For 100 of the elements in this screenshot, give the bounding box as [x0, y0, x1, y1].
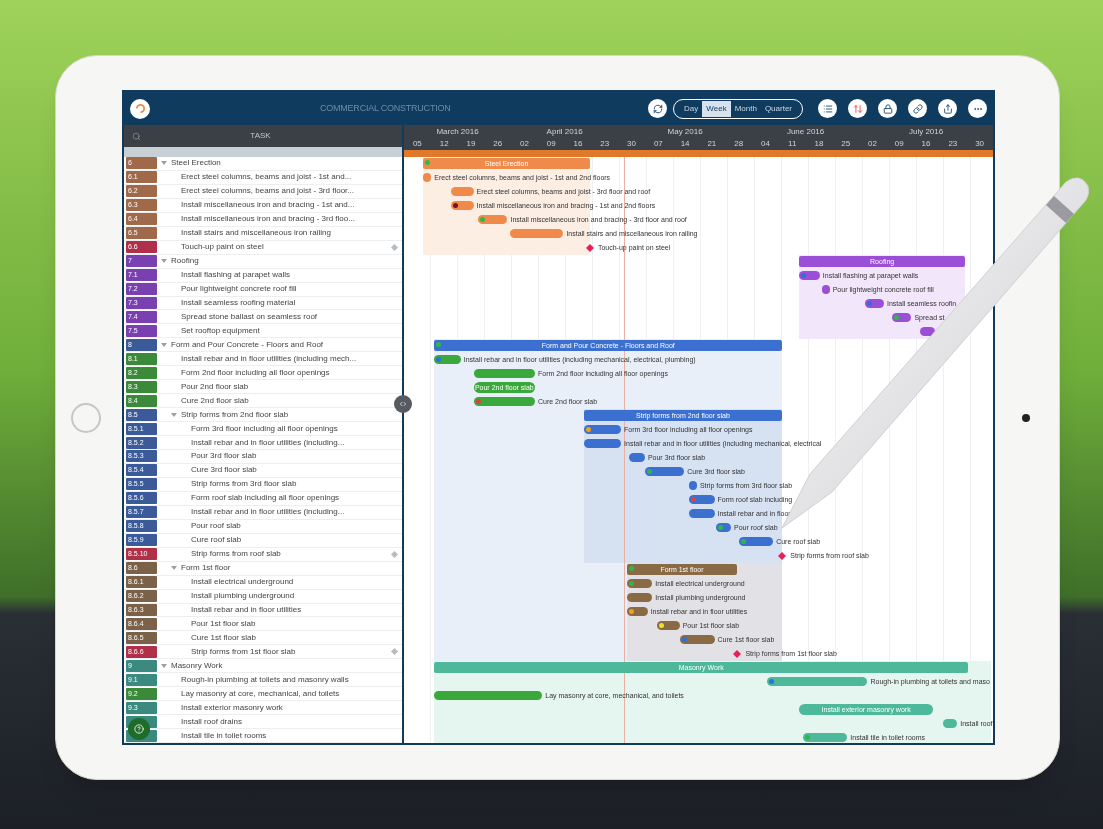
month-label: July 2016 — [907, 127, 945, 137]
task-name[interactable]: Form 3rd floor including all floor openings — [191, 423, 398, 434]
caret-icon[interactable] — [161, 258, 167, 265]
task-name[interactable]: Install rebar and in floor utilities (including... — [191, 507, 398, 518]
milestone-icon[interactable] — [778, 552, 787, 560]
day-label: 25 — [840, 138, 852, 149]
task-name[interactable]: Form 2nd floor including all floor openings — [181, 367, 398, 378]
task-name[interactable]: Install rebar and in floor utilities (including... — [191, 437, 398, 448]
milestone-icon — [391, 648, 398, 656]
task-name[interactable]: Pour 1st floor slab — [191, 618, 398, 629]
task-name[interactable]: Spread stone ballast on seamless roof — [181, 311, 398, 322]
link-icon — [912, 103, 923, 114]
task-name[interactable]: Steel Erection — [171, 158, 398, 169]
view-tab[interactable]: Quarter — [760, 100, 796, 117]
share-icon — [942, 103, 953, 114]
share-button[interactable] — [938, 99, 957, 118]
resize-icon — [399, 400, 407, 408]
task-name[interactable]: Rough-in plumbing at toilets and masonry walls — [181, 674, 398, 685]
task-name[interactable]: Install miscellaneous iron and bracing - 1st and... — [181, 200, 398, 211]
task-name[interactable]: Erect steel columns, beams and joist - 1st and... — [181, 172, 398, 183]
day-label: 11 — [787, 138, 798, 149]
month-label: April 2016 — [545, 127, 584, 137]
task-name[interactable]: Strip forms from 2nd floor slab — [181, 409, 398, 420]
task-bar[interactable] — [434, 355, 461, 364]
view-tab[interactable]: Day — [680, 100, 703, 117]
task-bar[interactable] — [626, 593, 653, 602]
task-name[interactable]: Install roof drains — [181, 716, 398, 727]
caret-icon[interactable] — [161, 160, 167, 167]
task-name[interactable]: Strip forms from 3rd floor slab — [191, 479, 398, 490]
task-name[interactable]: Install plumbing underground — [191, 591, 398, 601]
day-label: 04 — [759, 138, 771, 149]
day-label: 09 — [545, 138, 557, 149]
task-name[interactable]: Erect steel columns, beams and joist - 3rd floor... — [181, 186, 398, 197]
task-name[interactable]: Install stairs and miscellaneous iron railing — [181, 228, 398, 239]
task-name[interactable]: Install rebar and in floor utilities (including mech... — [181, 353, 398, 364]
day-label: 30 — [626, 138, 637, 149]
caret-icon[interactable] — [171, 565, 177, 572]
list-icon — [822, 103, 833, 114]
back-button[interactable] — [130, 98, 150, 119]
day-label: 14 — [679, 138, 691, 149]
list-button[interactable] — [818, 99, 837, 118]
task-name[interactable]: Pour lightweight concrete roof fill — [181, 284, 398, 295]
sync-icon — [652, 103, 663, 114]
split-button[interactable] — [848, 99, 867, 118]
task-name[interactable]: Install flashing at parapet walls — [181, 270, 398, 281]
caret-icon[interactable] — [171, 411, 177, 418]
task-name[interactable]: Form and Pour Concrete - Floors and Roof — [171, 339, 398, 350]
task-name[interactable]: Cure roof slab — [191, 535, 398, 546]
task-bar[interactable] — [864, 299, 884, 308]
day-label: 18 — [813, 138, 825, 149]
task-name[interactable]: Masonry Work — [171, 660, 398, 671]
day-label: 26 — [492, 138, 504, 149]
task-name[interactable]: Install seamless roofing material — [181, 298, 398, 308]
task-bar[interactable] — [583, 425, 622, 434]
task-name[interactable]: Strip forms from roof slab — [191, 549, 391, 560]
task-name[interactable]: Pour 3rd floor slab — [191, 451, 398, 462]
day-label: 21 — [706, 138, 718, 149]
link-button[interactable] — [908, 99, 927, 118]
task-name[interactable]: Form roof slab including all floor openings — [191, 493, 398, 504]
day-label: 19 — [465, 138, 477, 149]
project-title: COMMERCIAL CONSTRUCTION — [320, 101, 451, 115]
task-name[interactable]: Cure 2nd floor slab — [181, 395, 398, 406]
month-label: May 2016 — [666, 127, 704, 137]
task-name[interactable]: Touch-up paint on steel — [181, 242, 391, 253]
task-name[interactable]: Set rooftop equipment — [181, 325, 398, 336]
task-name[interactable]: Install rebar and in floor utilities — [191, 604, 398, 615]
task-bar[interactable] — [583, 439, 622, 448]
task-bar[interactable] — [626, 607, 648, 616]
search-icon[interactable] — [132, 131, 141, 141]
day-label: 09 — [893, 138, 905, 149]
task-name[interactable]: Cure 1st floor slab — [191, 632, 398, 643]
task-name[interactable]: Lay masonry at core, mechanical, and toilets — [181, 688, 398, 699]
task-name[interactable]: Install electrical underground — [191, 577, 398, 588]
task-name[interactable]: Install tile in toilet rooms — [181, 730, 398, 741]
task-bar[interactable] — [450, 201, 474, 210]
task-name[interactable]: Strip forms from 1st floor slab — [191, 646, 391, 657]
lock-button[interactable] — [878, 99, 897, 118]
task-name[interactable]: Cure 3rd floor slab — [191, 465, 398, 476]
task-name[interactable]: Install miscellaneous iron and bracing - 3rd floo... — [181, 214, 398, 225]
milestone-icon[interactable] — [585, 244, 594, 252]
caret-icon[interactable] — [161, 341, 167, 348]
splitter-handle[interactable] — [394, 395, 412, 413]
milestone-icon[interactable] — [733, 650, 742, 658]
task-name[interactable]: Roofing — [171, 256, 398, 267]
day-label: 23 — [599, 138, 611, 149]
view-tab[interactable]: Week — [702, 100, 731, 117]
task-name[interactable]: Pour 2nd floor slab — [181, 381, 398, 392]
task-name[interactable]: Pour roof slab — [191, 521, 398, 532]
sync-button[interactable] — [648, 99, 668, 118]
caret-icon[interactable] — [161, 662, 167, 669]
day-label: 16 — [920, 138, 932, 149]
column-heading: TASK — [249, 130, 272, 142]
month-label: June 2016 — [785, 127, 826, 137]
task-name[interactable]: Form 1st floor — [181, 563, 398, 574]
day-label: 23 — [947, 138, 959, 149]
more-button[interactable] — [968, 99, 987, 118]
task-name[interactable]: Install exterior masonry work — [181, 702, 398, 713]
task-bar[interactable] — [626, 579, 653, 588]
view-tab[interactable]: Month — [730, 100, 761, 117]
task-bar[interactable] — [798, 271, 820, 280]
